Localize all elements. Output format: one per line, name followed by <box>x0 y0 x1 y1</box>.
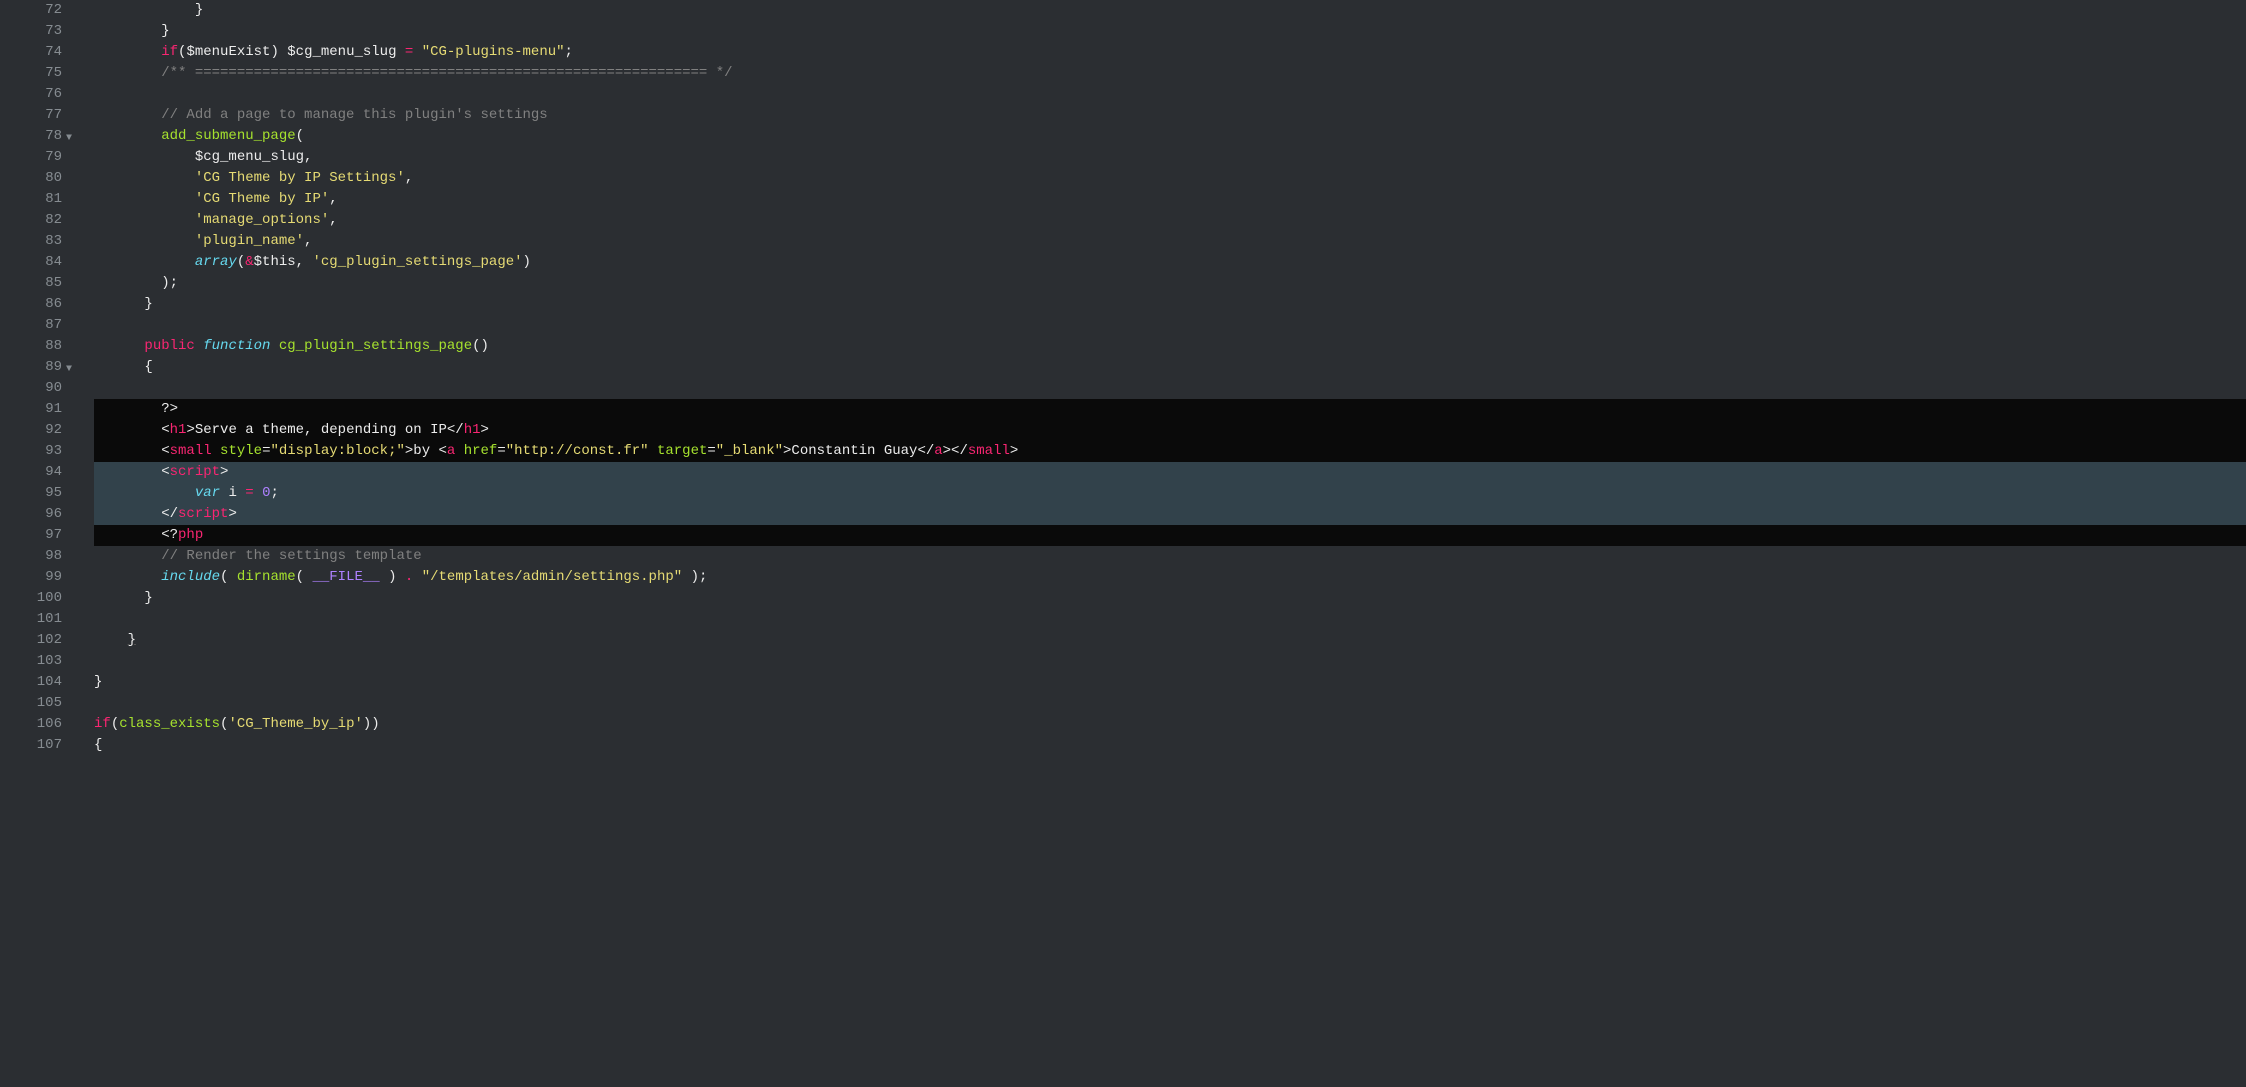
line-number[interactable]: 99 <box>0 567 62 588</box>
code-line[interactable] <box>94 84 2246 105</box>
line-number[interactable]: 74 <box>0 42 62 63</box>
line-number[interactable]: 94 <box>0 462 62 483</box>
line-number[interactable]: 77 <box>0 105 62 126</box>
line-number[interactable]: 107 <box>0 735 62 756</box>
code-line[interactable]: array(&$this, 'cg_plugin_settings_page') <box>94 252 2246 273</box>
line-number[interactable]: 90 <box>0 378 62 399</box>
line-number[interactable]: 103 <box>0 651 62 672</box>
line-number[interactable]: 88 <box>0 336 62 357</box>
line-number[interactable]: 85 <box>0 273 62 294</box>
code-line[interactable]: include( dirname( __FILE__ ) . "/templat… <box>94 567 2246 588</box>
code-line[interactable]: } <box>94 21 2246 42</box>
code-line[interactable]: if(class_exists('CG_Theme_by_ip')) <box>94 714 2246 735</box>
line-number[interactable]: 84 <box>0 252 62 273</box>
code-line[interactable]: 'CG Theme by IP Settings', <box>94 168 2246 189</box>
code-line[interactable]: if($menuExist) $cg_menu_slug = "CG-plugi… <box>94 42 2246 63</box>
line-number[interactable]: 97 <box>0 525 62 546</box>
code-line[interactable]: <small style="display:block;">by <a href… <box>94 441 2246 462</box>
code-line[interactable]: var i = 0; <box>94 483 2246 504</box>
line-number[interactable]: 101 <box>0 609 62 630</box>
line-number[interactable]: 106 <box>0 714 62 735</box>
line-number[interactable]: 75 <box>0 63 62 84</box>
line-number[interactable]: 92 <box>0 420 62 441</box>
code-line[interactable]: } <box>94 294 2246 315</box>
code-line[interactable]: </script> <box>94 504 2246 525</box>
code-line[interactable]: // Render the settings template <box>94 546 2246 567</box>
code-line[interactable]: /** ====================================… <box>94 63 2246 84</box>
line-number[interactable]: 93 <box>0 441 62 462</box>
code-line[interactable] <box>94 315 2246 336</box>
code-line[interactable]: } <box>94 630 2246 651</box>
code-editor[interactable]: 72737475767778▼7980818283848586878889▼90… <box>0 0 2246 756</box>
code-line[interactable] <box>94 609 2246 630</box>
line-number[interactable]: 104 <box>0 672 62 693</box>
code-line[interactable]: ?> <box>94 399 2246 420</box>
code-line[interactable] <box>94 693 2246 714</box>
code-line[interactable]: 'plugin_name', <box>94 231 2246 252</box>
line-number[interactable]: 73 <box>0 21 62 42</box>
code-line[interactable]: add_submenu_page( <box>94 126 2246 147</box>
code-line[interactable]: $cg_menu_slug, <box>94 147 2246 168</box>
code-line[interactable]: { <box>94 357 2246 378</box>
line-number[interactable]: 86 <box>0 294 62 315</box>
code-line[interactable]: { <box>94 735 2246 756</box>
code-line[interactable]: 'manage_options', <box>94 210 2246 231</box>
line-number-gutter[interactable]: 72737475767778▼7980818283848586878889▼90… <box>0 0 72 756</box>
line-number[interactable]: 81 <box>0 189 62 210</box>
line-number[interactable]: 87 <box>0 315 62 336</box>
code-line[interactable]: <?php <box>94 525 2246 546</box>
code-line[interactable]: 'CG Theme by IP', <box>94 189 2246 210</box>
line-number[interactable]: 102 <box>0 630 62 651</box>
line-number[interactable]: 91 <box>0 399 62 420</box>
line-number[interactable]: 95 <box>0 483 62 504</box>
code-line[interactable]: ); <box>94 273 2246 294</box>
line-number[interactable]: 89▼ <box>0 357 62 378</box>
line-number[interactable]: 79 <box>0 147 62 168</box>
line-number[interactable]: 98 <box>0 546 62 567</box>
line-number[interactable]: 80 <box>0 168 62 189</box>
code-line[interactable]: } <box>94 672 2246 693</box>
code-area[interactable]: } } if($menuExist) $cg_menu_slug = "CG-p… <box>72 0 2246 756</box>
code-line[interactable]: <h1>Serve a theme, depending on IP</h1> <box>94 420 2246 441</box>
code-line[interactable]: } <box>94 588 2246 609</box>
code-line[interactable]: // Add a page to manage this plugin's se… <box>94 105 2246 126</box>
code-line[interactable]: } <box>94 0 2246 21</box>
code-line[interactable] <box>94 378 2246 399</box>
line-number[interactable]: 76 <box>0 84 62 105</box>
fold-toggle-icon[interactable]: ▼ <box>66 128 72 149</box>
line-number[interactable]: 96 <box>0 504 62 525</box>
line-number[interactable]: 100 <box>0 588 62 609</box>
line-number[interactable]: 78▼ <box>0 126 62 147</box>
line-number[interactable]: 105 <box>0 693 62 714</box>
fold-toggle-icon[interactable]: ▼ <box>66 359 72 380</box>
code-line[interactable]: <script> <box>94 462 2246 483</box>
line-number[interactable]: 72 <box>0 0 62 21</box>
line-number[interactable]: 82 <box>0 210 62 231</box>
code-line[interactable]: public function cg_plugin_settings_page(… <box>94 336 2246 357</box>
line-number[interactable]: 83 <box>0 231 62 252</box>
code-line[interactable] <box>94 651 2246 672</box>
